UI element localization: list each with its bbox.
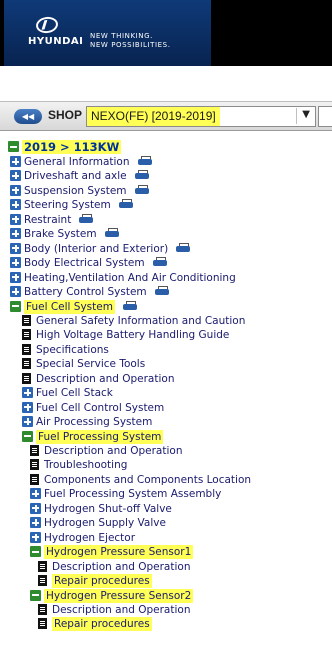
document-icon[interactable]	[38, 575, 47, 587]
logo-tagline-2: NEW POSSIBILITIES.	[90, 41, 171, 49]
tree-root-label[interactable]: 2019 > 113KW	[22, 140, 122, 154]
tree-item-label[interactable]: Repair procedures	[52, 574, 152, 589]
tree-item-label[interactable]: Description and Operation	[52, 603, 190, 617]
expand-icon[interactable]	[30, 517, 41, 529]
expand-icon[interactable]	[30, 502, 41, 514]
collapse-icon[interactable]	[22, 430, 33, 442]
expand-icon[interactable]	[10, 242, 21, 254]
shop-label: SHOP	[48, 108, 83, 122]
expand-icon[interactable]	[22, 401, 33, 413]
tree-item-label[interactable]: Fuel Cell Stack	[36, 386, 113, 400]
printer-icon[interactable]	[155, 286, 169, 296]
tree-item-label[interactable]: Air Processing System	[36, 415, 152, 429]
expand-icon[interactable]	[10, 257, 21, 269]
document-icon[interactable]	[38, 560, 47, 572]
tree-item-label[interactable]: Driveshaft and axle	[24, 169, 127, 183]
shop-bar: ◀◀ SHOP NEXO(FE) [2019-2019] ▼	[0, 101, 332, 131]
tree-item-label[interactable]: Troubleshooting	[44, 458, 127, 472]
tree-item-label[interactable]: Body (Interior and Exterior)	[24, 242, 168, 256]
printer-icon[interactable]	[135, 184, 149, 195]
expand-icon[interactable]	[30, 531, 41, 543]
model-select-value: NEXO(FE) [2019-2019]	[87, 107, 220, 126]
document-icon[interactable]	[30, 445, 39, 456]
logo-brand: HYUNDAI	[28, 36, 84, 47]
tree-item-label[interactable]: General Information	[24, 155, 130, 169]
expand-icon[interactable]	[10, 170, 21, 182]
tree-item-label[interactable]: Hydrogen Pressure Sensor1	[44, 545, 194, 560]
collapse-icon[interactable]	[8, 141, 19, 152]
tree-item-label[interactable]: Battery Control System	[24, 285, 147, 299]
select-divider	[296, 108, 297, 124]
tree-item-label[interactable]: Hydrogen Supply Valve	[44, 516, 166, 530]
back-button[interactable]: ◀◀	[14, 109, 42, 124]
document-icon[interactable]	[22, 343, 31, 355]
expand-icon[interactable]	[10, 286, 21, 298]
tree-item-label[interactable]: General Safety Information and Caution	[36, 314, 245, 328]
document-icon[interactable]	[38, 603, 47, 615]
site-header: HYUNDAI NEW THINKING. NEW POSSIBILITIES.	[0, 0, 332, 66]
tree-item-label[interactable]: Hydrogen Ejector	[44, 531, 135, 545]
logo-tagline-1: NEW THINKING.	[90, 32, 153, 40]
hyundai-logo: HYUNDAI NEW THINKING. NEW POSSIBILITIES.	[4, 0, 211, 66]
collapse-icon[interactable]	[30, 589, 41, 601]
tree-item-label[interactable]: Fuel Cell Control System	[36, 401, 164, 415]
document-icon[interactable]	[22, 314, 31, 326]
hyundai-emblem-icon	[34, 15, 60, 35]
document-icon[interactable]	[22, 372, 31, 384]
expand-icon[interactable]	[10, 228, 21, 240]
printer-icon[interactable]	[79, 213, 93, 224]
tree-item-label[interactable]: Hydrogen Pressure Sensor2	[44, 588, 194, 603]
chevron-down-icon[interactable]: ▼	[302, 109, 310, 120]
printer-icon[interactable]	[119, 199, 133, 209]
tree-item-label[interactable]: Heating,Ventilation And Air Conditioning	[24, 271, 236, 285]
document-icon[interactable]	[38, 618, 47, 630]
expand-icon[interactable]	[10, 271, 21, 283]
tree-item-label[interactable]: Brake System	[24, 227, 97, 241]
document-icon[interactable]	[22, 329, 31, 341]
tree-item-label[interactable]: Restraint	[24, 213, 71, 227]
collapse-icon[interactable]	[30, 546, 41, 558]
document-icon[interactable]	[22, 358, 31, 370]
tree-item-label[interactable]: Hydrogen Shut-off Valve	[44, 502, 172, 516]
tree-item-label[interactable]: Description and Operation	[36, 372, 174, 386]
printer-icon[interactable]	[138, 156, 152, 166]
printer-icon[interactable]	[105, 228, 119, 238]
collapse-icon[interactable]	[10, 300, 21, 312]
printer-icon[interactable]	[176, 242, 190, 253]
tree-item-label[interactable]: High Voltage Battery Handling Guide	[36, 328, 229, 342]
secondary-select[interactable]	[318, 106, 332, 127]
document-icon[interactable]	[30, 459, 39, 471]
tree-item-label[interactable]: Suspension System	[24, 184, 127, 198]
printer-icon[interactable]	[123, 300, 137, 311]
printer-icon[interactable]	[135, 170, 149, 180]
tree-item-label[interactable]: Body Electrical System	[24, 256, 145, 270]
tree-item-label[interactable]: Fuel Cell System	[24, 299, 115, 314]
tree-item-label[interactable]: Fuel Processing System Assembly	[44, 487, 221, 501]
expand-icon[interactable]	[30, 488, 41, 500]
tree-item-label[interactable]: Repair procedures	[52, 617, 152, 632]
expand-icon[interactable]	[10, 199, 21, 211]
model-select[interactable]: NEXO(FE) [2019-2019] ▼	[86, 106, 316, 127]
printer-icon[interactable]	[153, 257, 167, 267]
tree-item-label[interactable]: Components and Components Location	[44, 473, 251, 487]
document-icon[interactable]	[30, 473, 39, 485]
tree-item-label[interactable]: Steering System	[24, 198, 111, 212]
tree-item-label[interactable]: Description and Operation	[44, 444, 182, 458]
expand-icon[interactable]	[10, 156, 21, 167]
expand-icon[interactable]	[22, 416, 33, 428]
expand-icon[interactable]	[10, 184, 21, 196]
expand-icon[interactable]	[10, 213, 21, 225]
tree-item-label[interactable]: Special Service Tools	[36, 357, 145, 371]
expand-icon[interactable]	[22, 387, 33, 399]
tree-item-label[interactable]: Specifications	[36, 343, 109, 357]
tree-item-label[interactable]: Description and Operation	[52, 560, 190, 574]
tree-item-label[interactable]: Fuel Processing System	[36, 429, 164, 444]
